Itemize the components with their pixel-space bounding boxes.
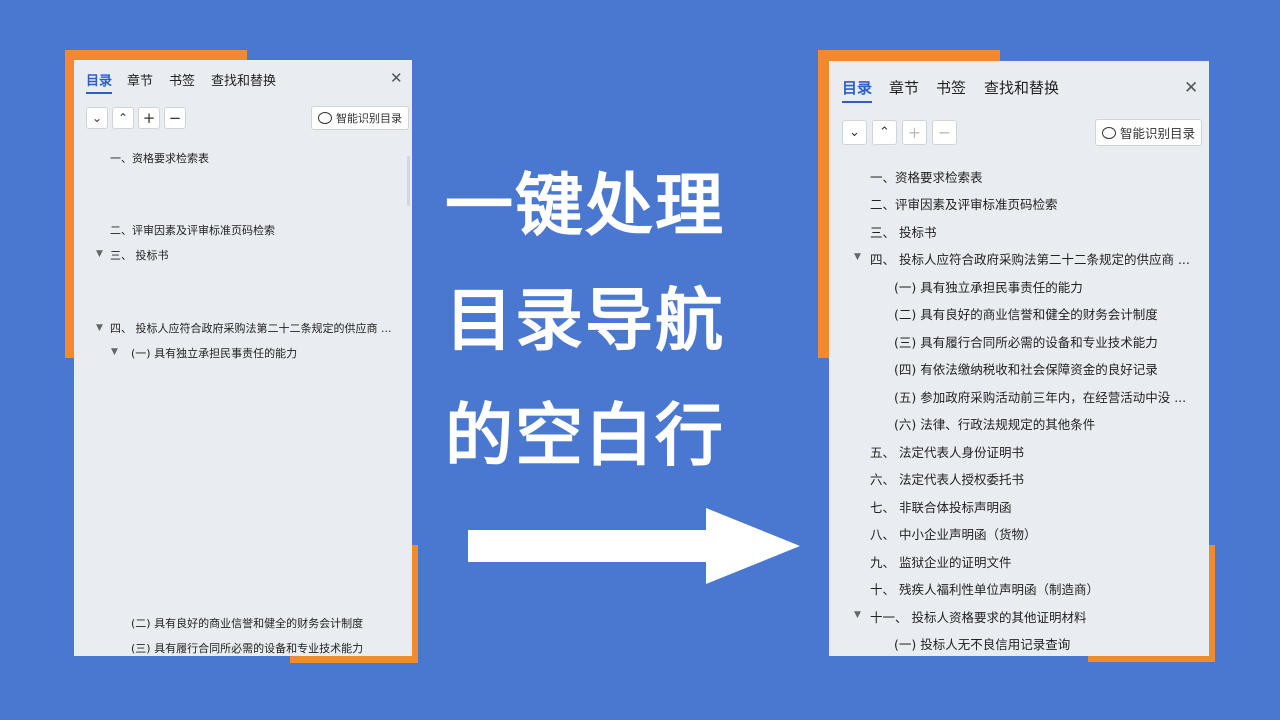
toc-item[interactable]: 十一、 投标人资格要求的其他证明材料 [870, 607, 1086, 626]
toc-item[interactable]: 四、 投标人应符合政府采购法第二十二条规定的供应商 ... [110, 320, 391, 336]
toc-item[interactable]: (一) 具有独立承担民事责任的能力 [131, 345, 297, 361]
chat-bubble-icon [1102, 126, 1116, 139]
remove-item-button[interactable]: − [164, 107, 186, 129]
expand-all-button[interactable]: ⌃ [112, 107, 134, 129]
expand-triangle-icon[interactable]: ▼ [96, 323, 103, 333]
expand-triangle-icon[interactable]: ▼ [96, 249, 103, 259]
toc-item[interactable]: (二) 具有良好的商业信誉和健全的财务会计制度 [131, 615, 363, 631]
tab-chapters[interactable]: 章节 [127, 70, 153, 89]
add-item-button[interactable]: + [902, 120, 927, 145]
toc-item[interactable]: (三) 具有履行合同所必需的设备和专业技术能力 [894, 332, 1158, 351]
tab-toc[interactable]: 目录 [842, 77, 873, 103]
left-scrollbar[interactable] [407, 156, 410, 206]
tab-find-replace[interactable]: 查找和替换 [211, 70, 276, 89]
right-tab-bar: 目录 章节 书签 查找和替换 ✕ [829, 61, 1209, 103]
toc-item[interactable]: (一) 具有独立承担民事责任的能力 [894, 277, 1083, 296]
add-item-button[interactable]: + [138, 107, 160, 129]
smart-recognize-label: 智能识别目录 [336, 112, 402, 125]
toc-item[interactable]: 五、 法定代表人身份证明书 [870, 442, 1024, 461]
toc-item[interactable]: 三、 投标书 [110, 247, 169, 263]
tab-find-replace[interactable]: 查找和替换 [984, 77, 1059, 98]
smart-recognize-toc-button[interactable]: 智能识别目录 [311, 106, 409, 130]
close-icon[interactable]: ✕ [1184, 78, 1198, 98]
headline-line-2: 目录导航 [445, 282, 726, 361]
toc-item[interactable]: 九、 监狱企业的证明文件 [870, 552, 1011, 571]
toc-item[interactable]: (五) 参加政府采购活动前三年内，在经营活动中没 ... [894, 387, 1186, 406]
toc-item[interactable]: (六) 法律、行政法规规定的其他条件 [894, 414, 1095, 433]
toc-item[interactable]: (四) 有依法缴纳税收和社会保障资金的良好记录 [894, 359, 1158, 378]
toc-item[interactable]: 七、 非联合体投标声明函 [870, 497, 1011, 516]
toc-item[interactable]: 八、 中小企业声明函（货物） [870, 524, 1036, 543]
right-arrow-icon [468, 508, 800, 584]
chat-bubble-icon [318, 112, 332, 124]
toc-item[interactable]: 六、 法定代表人授权委托书 [870, 469, 1024, 488]
expand-triangle-icon[interactable]: ▼ [111, 347, 118, 357]
collapse-all-button[interactable]: ⌄ [842, 120, 867, 145]
left-tab-bar: 目录 章节 书签 查找和替换 ✕ [74, 60, 412, 100]
expand-all-button[interactable]: ⌃ [872, 120, 897, 145]
toc-item[interactable]: 一、资格要求检索表 [870, 167, 983, 186]
remove-item-button[interactable]: − [932, 120, 957, 145]
headline-line-3: 的空白行 [445, 397, 726, 476]
expand-triangle-icon[interactable]: ▼ [854, 252, 861, 262]
headline-line-1: 一键处理 [445, 167, 726, 246]
tab-toc[interactable]: 目录 [86, 70, 113, 94]
tab-bookmarks[interactable]: 书签 [169, 70, 195, 89]
toc-item[interactable]: (三) 具有履行合同所必需的设备和专业技术能力 [131, 640, 363, 656]
close-icon[interactable]: ✕ [390, 69, 403, 87]
toc-item[interactable]: (二) 具有良好的商业信誉和健全的财务会计制度 [894, 304, 1158, 323]
smart-recognize-toc-button[interactable]: 智能识别目录 [1095, 119, 1203, 146]
toc-item[interactable]: (一) 投标人无不良信用记录查询 [894, 634, 1070, 653]
expand-triangle-icon[interactable]: ▼ [854, 610, 861, 620]
toc-item[interactable]: 三、 投标书 [870, 222, 936, 241]
smart-recognize-label: 智能识别目录 [1120, 126, 1196, 141]
toc-item[interactable]: 十、 残疾人福利性单位声明函（制造商） [870, 579, 1099, 598]
tab-bookmarks[interactable]: 书签 [936, 77, 966, 98]
toc-item[interactable]: 四、 投标人应符合政府采购法第二十二条规定的供应商 ... [870, 249, 1190, 268]
collapse-all-button[interactable]: ⌄ [86, 107, 108, 129]
toc-item[interactable]: 二、评审因素及评审标准页码检索 [110, 222, 275, 238]
left-toc-panel: 目录 章节 书签 查找和替换 ✕ ⌄ ⌃ + − 智能识别目录 一、资格要求检索… [74, 60, 412, 656]
tab-chapters[interactable]: 章节 [889, 77, 919, 98]
toc-item[interactable]: 二、评审因素及评审标准页码检索 [870, 194, 1058, 213]
right-toc-panel: 目录 章节 书签 查找和替换 ✕ ⌄ ⌃ + − 智能识别目录 一、资格要求检索… [829, 61, 1209, 656]
toc-item[interactable]: 一、资格要求检索表 [110, 150, 209, 166]
